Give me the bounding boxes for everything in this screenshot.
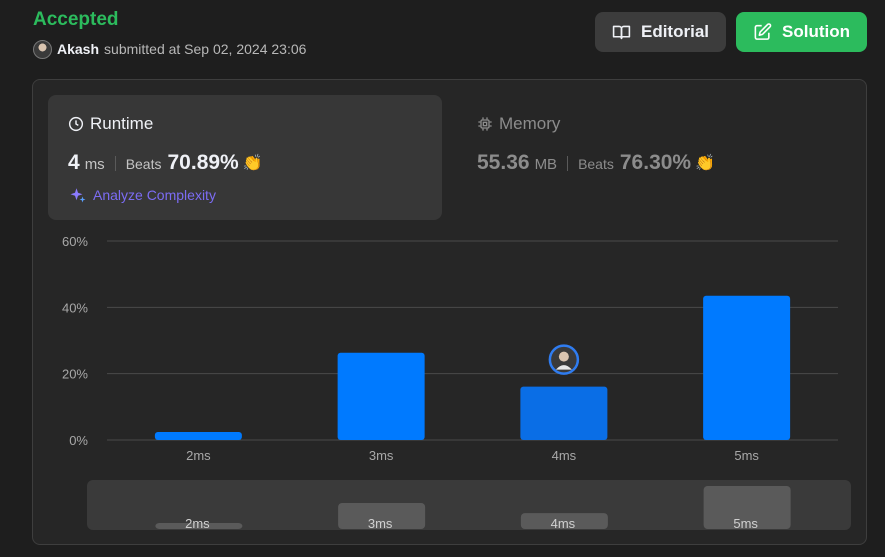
avatar-face [558,351,569,362]
mini-tick-label: 4ms [551,516,576,531]
bar-4ms[interactable] [520,386,608,440]
mini-tick-label: 2ms [185,516,210,531]
y-tick-label: 0% [69,433,88,448]
x-tick-label: 2ms [186,448,211,463]
bar-2ms[interactable] [154,432,242,440]
x-tick-label: 3ms [369,448,394,463]
y-tick-label: 40% [62,300,88,315]
y-tick-label: 60% [62,234,88,249]
x-tick-label: 5ms [734,448,759,463]
mini-tick-label: 3ms [368,516,393,531]
runtime-distribution-chart: 0% 20% 40% 60% 2ms 3ms 4ms 5ms 2ms 3ms 4ms 5ms [62,234,838,531]
mini-tick-label: 5ms [733,516,758,531]
y-tick-label: 20% [62,367,88,382]
bar-5ms[interactable] [703,295,791,440]
x-tick-label: 4ms [552,448,577,463]
bar-3ms[interactable] [337,352,425,440]
